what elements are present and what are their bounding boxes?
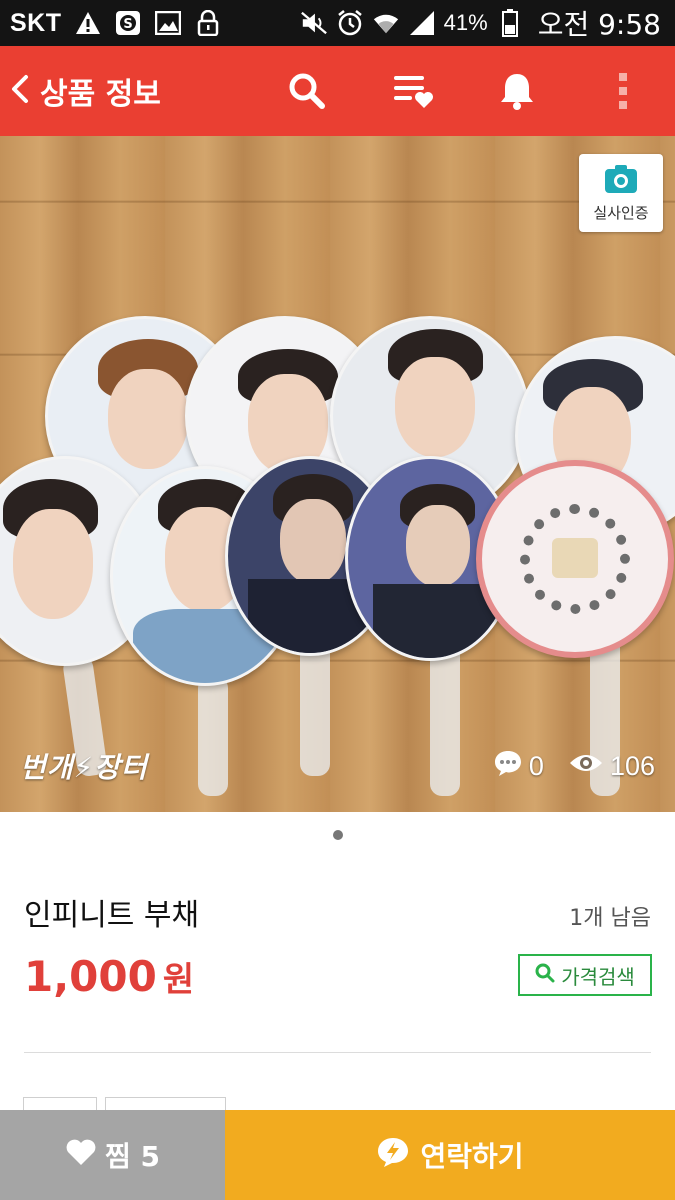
app-bar: 상품 정보 xyxy=(0,46,675,136)
status-bar: SKT S 41% 오전 9:58 xyxy=(0,0,675,46)
bunjang-watermark: 번개⚡장터 xyxy=(20,751,148,784)
price-value: 1,000 xyxy=(24,952,157,1001)
alarm-icon xyxy=(336,9,364,37)
price-search-button[interactable]: 가격검색 xyxy=(518,954,652,996)
product-price: 1,000 원 xyxy=(24,952,194,1001)
svg-text:S: S xyxy=(123,17,132,32)
back-button[interactable]: 상품 정보 xyxy=(10,68,161,114)
price-unit: 원 xyxy=(162,960,195,1000)
image-icon xyxy=(154,9,182,37)
battery-icon xyxy=(496,9,524,37)
divider xyxy=(24,1052,651,1053)
carrier-label: SKT xyxy=(10,8,62,37)
mute-icon xyxy=(300,9,328,37)
photo-stats: 0 106 xyxy=(493,749,655,784)
price-search-label: 가격검색 xyxy=(561,964,635,989)
view-icon xyxy=(568,751,604,782)
fan-photo xyxy=(476,460,674,658)
heart-icon xyxy=(65,1138,97,1173)
like-button[interactable]: 찜 5 xyxy=(0,1110,225,1200)
signal-icon xyxy=(408,9,436,37)
camera-icon xyxy=(604,164,638,198)
bell-icon[interactable] xyxy=(492,66,542,116)
product-title: 인피니트 부채 xyxy=(24,898,200,933)
more-icon[interactable] xyxy=(598,66,648,116)
page-title: 상품 정보 xyxy=(40,77,161,112)
view-count: 106 xyxy=(609,751,655,781)
fan-handle xyxy=(198,676,228,796)
back-icon xyxy=(10,74,30,108)
wishlist-icon[interactable] xyxy=(388,66,438,116)
product-photo[interactable]: 실사인증 번개⚡장터 0 106 xyxy=(0,136,675,812)
photo-verified-label: 실사인증 xyxy=(593,203,649,222)
page-indicator-dot xyxy=(333,830,343,840)
search-icon[interactable] xyxy=(282,66,332,116)
lock-icon xyxy=(194,9,222,37)
clock: 오전 9:58 xyxy=(537,8,661,41)
like-label: 찜 5 xyxy=(105,1140,160,1173)
app-notification-icon: S xyxy=(114,9,142,37)
comment-count: 0 xyxy=(528,751,544,781)
search-icon xyxy=(535,963,555,988)
fan-handle xyxy=(300,636,330,776)
wifi-icon xyxy=(372,9,400,37)
battery-percent: 41% xyxy=(443,10,488,35)
warning-icon xyxy=(74,9,102,37)
comment-icon xyxy=(493,749,523,784)
contact-label: 연락하기 xyxy=(420,1140,524,1173)
stock-remaining: 1개 남음 xyxy=(569,906,651,931)
chat-lightning-icon xyxy=(376,1136,410,1175)
photo-verified-button[interactable]: 실사인증 xyxy=(579,154,663,232)
contact-button[interactable]: 연락하기 xyxy=(225,1110,675,1200)
